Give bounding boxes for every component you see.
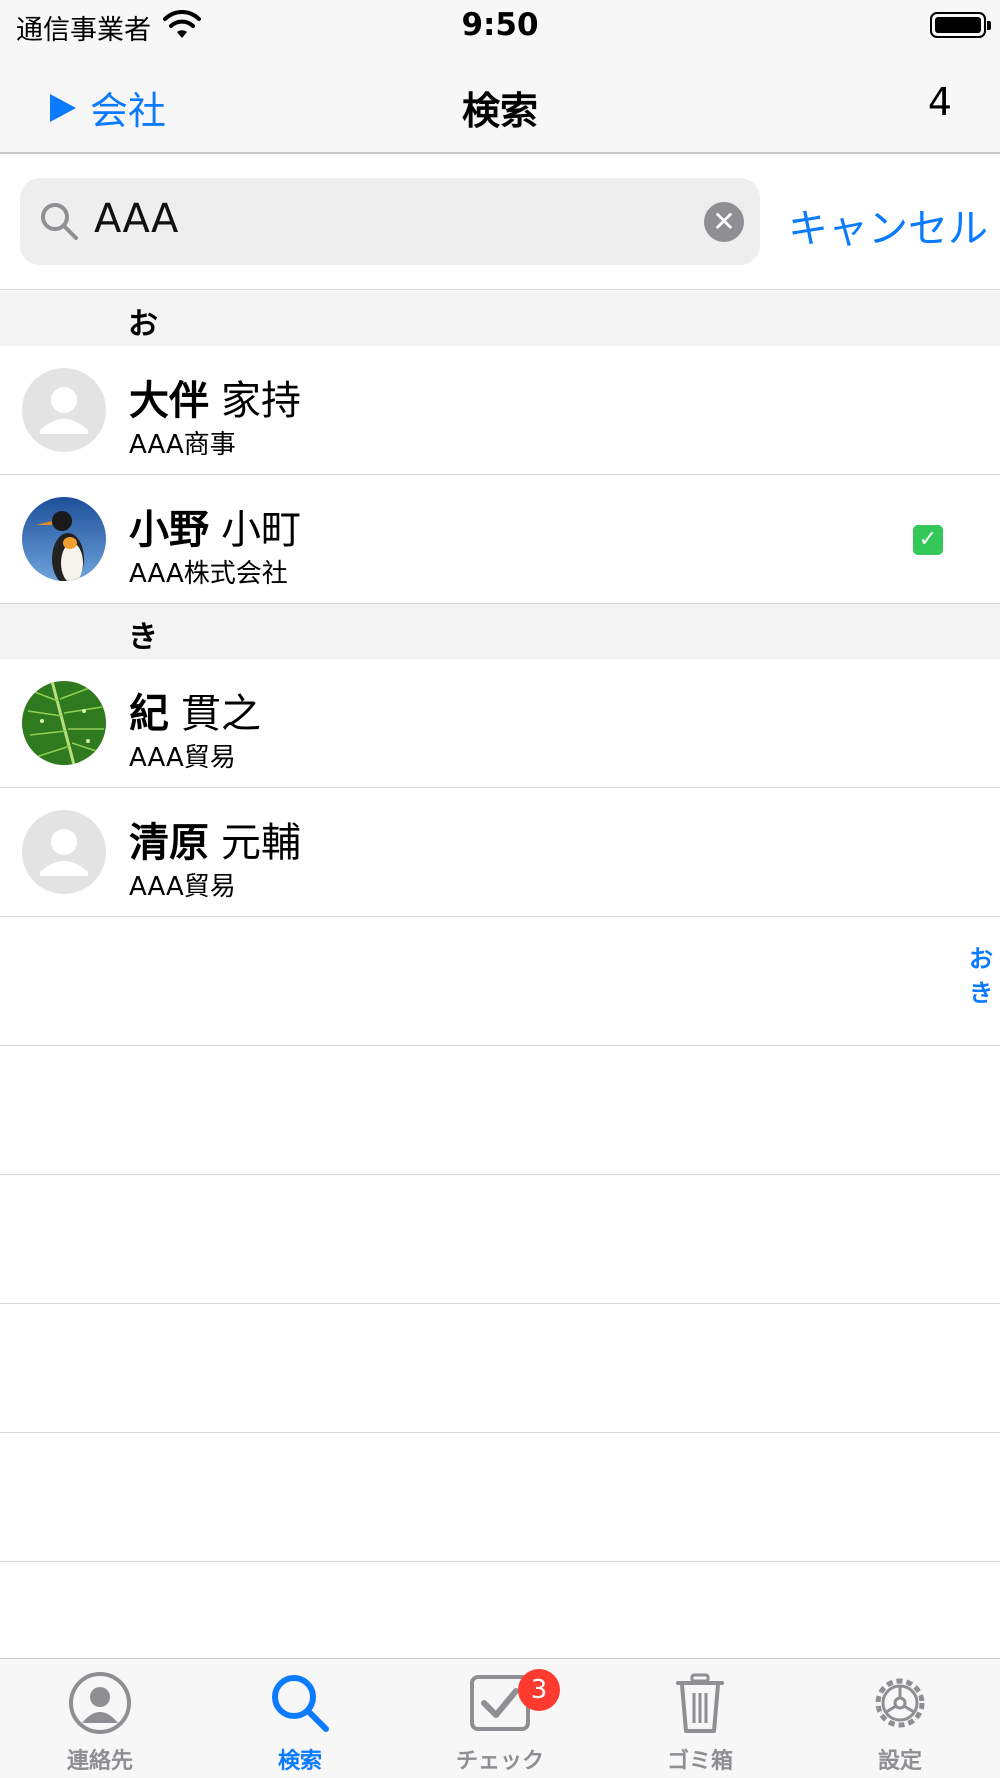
tab-bar: 連絡先 検索 3 チェック ゴミ箱 設定 xyxy=(0,1658,1000,1778)
contact-row[interactable]: 紀貫之 AAA貿易 xyxy=(0,659,1000,788)
contact-row[interactable]: 大伴 家持 AAA商事 xyxy=(0,346,1000,475)
section-header: き xyxy=(0,604,1000,659)
empty-row xyxy=(0,1175,1000,1304)
notification-badge: 3 xyxy=(518,1669,560,1711)
clear-search-button[interactable]: ✕ xyxy=(704,202,744,242)
empty-row xyxy=(0,917,1000,1046)
contact-row[interactable]: 小野 小町 AAA株式会社 ✓ xyxy=(0,475,1000,604)
checked-checkbox-icon[interactable]: ✓ xyxy=(913,525,943,555)
contact-company: AAA貿易 xyxy=(129,743,236,773)
avatar xyxy=(22,681,106,765)
contact-company: AAA株式会社 xyxy=(129,559,288,589)
trash-icon xyxy=(676,1673,724,1733)
search-row: AAA ✕ キャンセル xyxy=(0,156,1000,290)
contact-company: AAA商事 xyxy=(129,430,236,460)
contact-row[interactable]: 清原 元輔 AAA貿易 xyxy=(0,788,1000,917)
tab-contacts[interactable]: 連絡先 xyxy=(0,1659,200,1778)
gear-icon xyxy=(875,1678,925,1728)
avatar xyxy=(22,497,106,581)
avatar xyxy=(22,368,106,452)
empty-row xyxy=(0,1433,1000,1562)
leaf-photo xyxy=(22,681,106,765)
search-icon xyxy=(272,1675,329,1732)
contact-name: 紀貫之 xyxy=(129,691,261,737)
clock: 9:50 xyxy=(461,7,539,43)
penguin-photo xyxy=(22,497,106,581)
index-item[interactable]: き xyxy=(962,976,1000,1010)
section-index[interactable]: お き xyxy=(962,942,1000,1010)
status-bar: 通信事業者 9:50 xyxy=(0,0,1000,50)
tab-search[interactable]: 検索 xyxy=(200,1659,400,1778)
empty-row xyxy=(0,1046,1000,1175)
contact-company: AAA貿易 xyxy=(129,872,236,902)
tab-trash[interactable]: ゴミ箱 xyxy=(600,1659,800,1778)
navigation-bar: 会社 検索 4 xyxy=(0,50,1000,154)
search-input[interactable]: AAA ✕ xyxy=(20,178,760,265)
person-placeholder-icon xyxy=(40,829,88,876)
empty-row xyxy=(0,1304,1000,1433)
tab-settings[interactable]: 設定 xyxy=(800,1659,1000,1778)
person-placeholder-icon xyxy=(40,387,88,434)
section-header: お xyxy=(0,291,1000,346)
contact-name: 清原 元輔 xyxy=(129,820,301,866)
contact-name: 小野 小町 xyxy=(129,507,301,553)
avatar xyxy=(22,810,106,894)
contact-name: 大伴 家持 xyxy=(129,378,301,424)
search-query[interactable]: AAA xyxy=(94,196,178,242)
battery-icon xyxy=(930,12,991,38)
result-count: 4 xyxy=(927,80,952,124)
index-item[interactable]: お xyxy=(962,942,1000,976)
tab-check[interactable]: 3 チェック xyxy=(400,1659,600,1778)
person-circle-icon xyxy=(69,1672,131,1734)
cancel-button[interactable]: キャンセル xyxy=(788,196,988,254)
page-title: 検索 xyxy=(461,89,538,133)
search-icon xyxy=(41,203,78,240)
